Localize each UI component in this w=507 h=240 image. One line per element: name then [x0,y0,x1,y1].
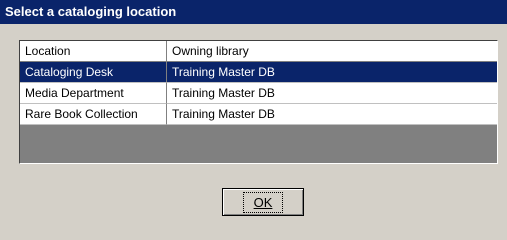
column-header-owning-library[interactable]: Owning library [167,41,497,62]
library-cell: Training Master DB [167,104,497,125]
select-location-dialog: Select a cataloging location Location Ow… [0,0,507,240]
location-cell: Media Department [20,83,167,104]
location-list[interactable]: Location Owning library Cataloging Desk … [19,40,498,164]
list-row-rare-book-collection[interactable]: Rare Book Collection Training Master DB [20,104,497,125]
library-cell: Training Master DB [167,62,497,83]
library-cell: Training Master DB [167,83,497,104]
list-row-media-department[interactable]: Media Department Training Master DB [20,83,497,104]
list-row-cataloging-desk[interactable]: Cataloging Desk Training Master DB [20,62,497,83]
ok-button[interactable]: OK [222,188,304,216]
list-header: Location Owning library [20,41,497,62]
ok-button-label: OK [242,191,284,213]
location-cell: Cataloging Desk [20,62,167,83]
location-cell: Rare Book Collection [20,104,167,125]
column-header-location[interactable]: Location [20,41,167,62]
dialog-title: Select a cataloging location [0,0,507,24]
